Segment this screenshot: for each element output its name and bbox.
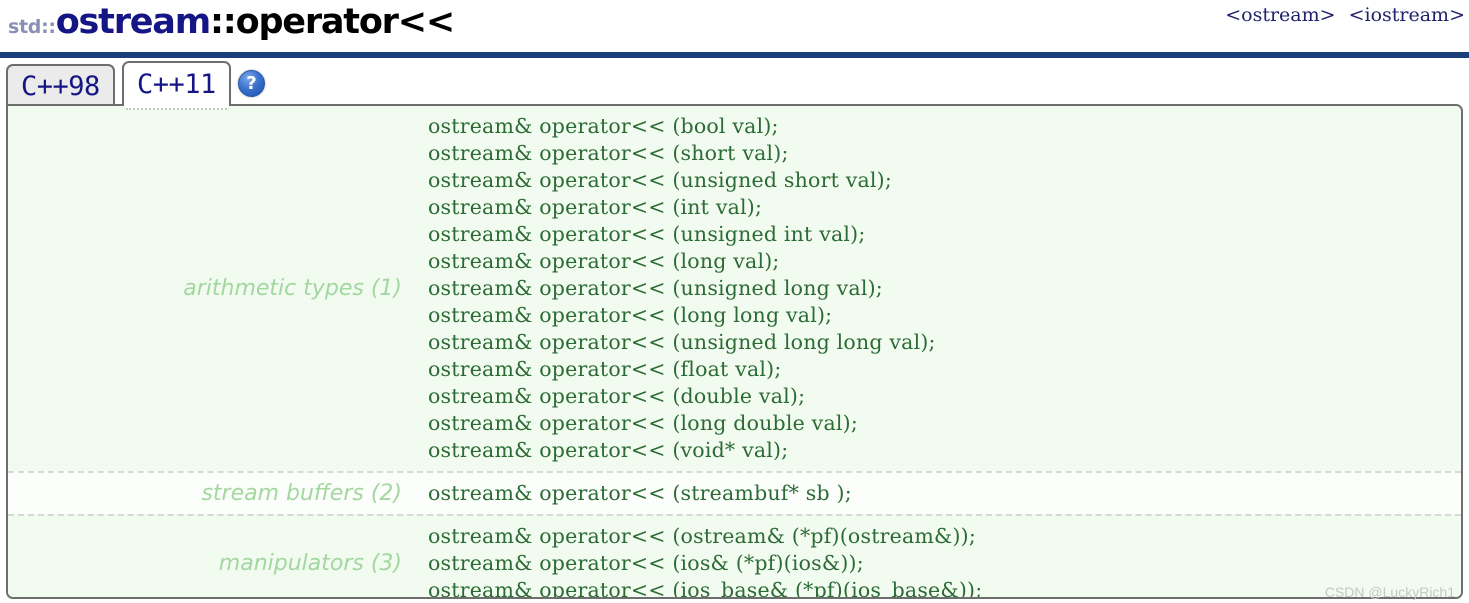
signature-line: ostream& operator<< (unsigned int val);	[428, 222, 866, 246]
page-title-scope-separator: ::	[210, 2, 237, 42]
page-root: std::ostream::operator<< <ostream> <iost…	[0, 0, 1469, 603]
signature-line: ostream& operator<< (ios& (*pf)(ios&));	[428, 551, 864, 575]
signature-line: ostream& operator<< (long double val);	[428, 411, 858, 435]
signature-line: ostream& operator<< (int val);	[428, 195, 763, 219]
signature-line: ostream& operator<< (long val);	[428, 249, 780, 273]
overload-group-label: manipulators (3)	[218, 551, 402, 576]
page-title-member: operator<<	[235, 2, 456, 42]
tab-cpp11[interactable]: C++11	[122, 61, 231, 110]
header-link-iostream[interactable]: <iostream>	[1349, 4, 1465, 26]
overload-signature-list: ostream& operator<< (ostream& (*pf)(ostr…	[428, 516, 1461, 599]
signature-line: ostream& operator<< (void* val);	[428, 438, 789, 462]
signature-line: ostream& operator<< (streambuf* sb );	[428, 481, 852, 505]
signature-line: ostream& operator<< (double val);	[428, 384, 806, 408]
overload-group-manipulators: manipulators (3) ostream& operator<< (os…	[8, 514, 1461, 599]
signature-line: ostream& operator<< (ios_base& (*pf)(ios…	[428, 578, 983, 599]
overload-group-arithmetic-types: arithmetic types (1) ostream& operator<<…	[8, 106, 1461, 471]
signature-line: ostream& operator<< (unsigned short val)…	[428, 168, 892, 192]
csdn-watermark: CSDN @LuckyRich1	[1324, 584, 1455, 600]
overload-signature-panel: arithmetic types (1) ostream& operator<<…	[6, 104, 1463, 599]
standard-version-tabs: C++98 C++11	[0, 58, 1469, 110]
signature-line: ostream& operator<< (short val);	[428, 141, 789, 165]
overload-group-stream-buffers: stream buffers (2) ostream& operator<< (…	[8, 471, 1461, 514]
signature-line: ostream& operator<< (unsigned long val);	[428, 276, 883, 300]
page-title: std::ostream::operator<<	[8, 0, 456, 52]
page-title-namespace: std::	[8, 16, 56, 38]
help-question-icon[interactable]: ?	[238, 70, 265, 97]
signature-line: ostream& operator<< (unsigned long long …	[428, 330, 936, 354]
overload-group-label: stream buffers (2)	[201, 481, 402, 506]
overload-signature-list: ostream& operator<< (streambuf* sb );	[428, 473, 1461, 514]
title-bar: std::ostream::operator<< <ostream> <iost…	[0, 0, 1469, 52]
tab-cpp98[interactable]: C++98	[6, 64, 115, 106]
signature-line: ostream& operator<< (float val);	[428, 357, 782, 381]
signature-line: ostream& operator<< (bool val);	[428, 114, 779, 138]
overload-signature-list: ostream& operator<< (bool val); ostream&…	[428, 106, 1461, 471]
page-title-class: ostream	[55, 2, 211, 42]
overload-group-label: arithmetic types (1)	[183, 276, 402, 301]
header-include-links: <ostream> <iostream>	[1225, 0, 1465, 30]
signature-line: ostream& operator<< (long long val);	[428, 303, 833, 327]
signature-line: ostream& operator<< (ostream& (*pf)(ostr…	[428, 524, 976, 548]
header-link-ostream[interactable]: <ostream>	[1225, 4, 1335, 26]
